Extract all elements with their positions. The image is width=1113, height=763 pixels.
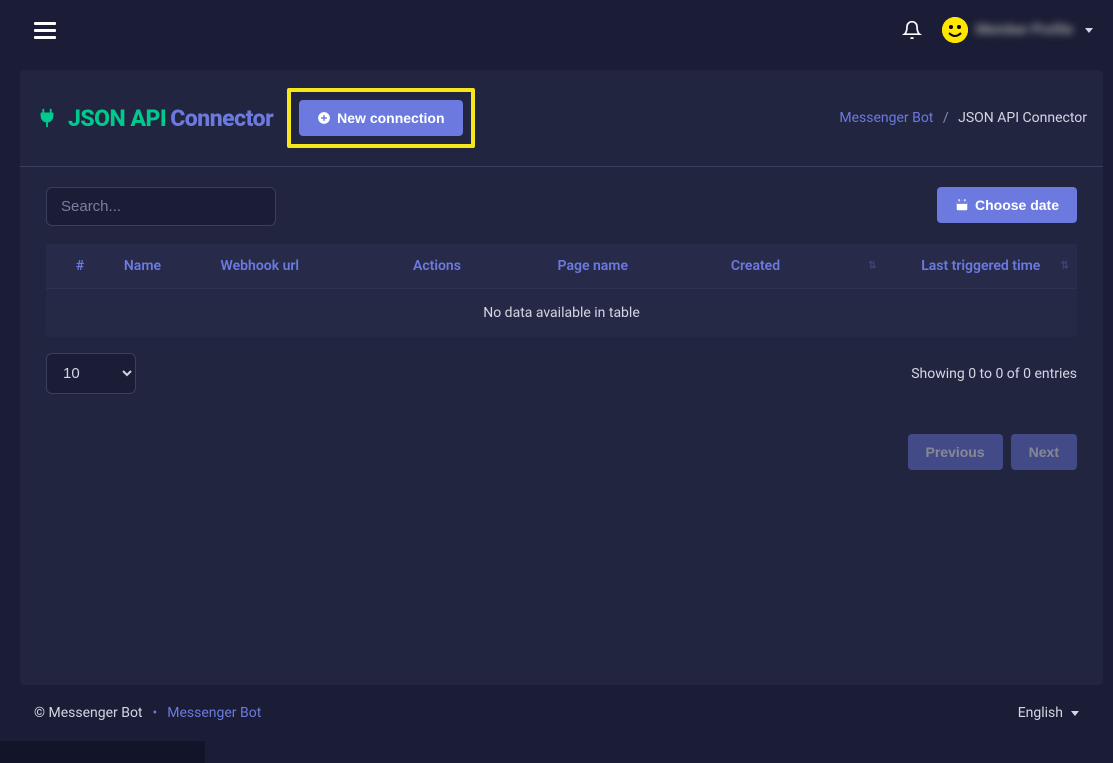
per-page-select[interactable]: 10 <box>46 353 136 394</box>
avatar-smiley-icon <box>942 17 968 43</box>
table-header-row: # Name Webhook url Actions Page name Cre… <box>46 244 1077 288</box>
breadcrumb: Messenger Bot / JSON API Connector <box>839 110 1087 126</box>
bell-icon[interactable] <box>902 20 922 40</box>
col-actions[interactable]: Actions <box>403 258 548 274</box>
new-connection-button[interactable]: New connection <box>299 100 462 136</box>
table-empty-message: No data available in table <box>46 288 1077 337</box>
calendar-icon <box>955 198 969 212</box>
col-created-label: Created <box>731 258 780 274</box>
below-table-row: 10 Showing 0 to 0 of 0 entries <box>46 353 1077 394</box>
footer: © Messenger Bot • Messenger Bot English <box>0 685 1113 741</box>
new-connection-highlight: New connection <box>287 88 474 148</box>
title-part-one: JSON API <box>68 105 166 132</box>
col-number[interactable]: # <box>46 258 114 274</box>
col-last-triggered-label: Last triggered time <box>921 258 1040 274</box>
pagination: Previous Next <box>46 434 1077 470</box>
panel-body: Choose date # Name Webhook url Actions P… <box>20 167 1103 685</box>
col-name[interactable]: Name <box>114 258 211 274</box>
language-selector[interactable]: English <box>1018 705 1079 721</box>
controls-row: Choose date <box>46 187 1077 226</box>
breadcrumb-current: JSON API Connector <box>958 110 1087 126</box>
search-input[interactable] <box>46 187 276 226</box>
next-button[interactable]: Next <box>1011 434 1077 470</box>
hamburger-menu-button[interactable] <box>34 22 56 39</box>
content: JSON API Connector New connection Messen… <box>0 60 1113 685</box>
page-title-group: JSON API Connector New connection <box>36 88 475 148</box>
plus-circle-icon <box>317 111 331 125</box>
breadcrumb-separator: / <box>943 110 949 126</box>
panel-header: JSON API Connector New connection Messen… <box>20 70 1103 167</box>
top-bar: Member Profile <box>0 0 1113 60</box>
footer-link[interactable]: Messenger Bot <box>167 705 261 721</box>
previous-button[interactable]: Previous <box>908 434 1003 470</box>
language-label: English <box>1018 705 1063 721</box>
page-title: JSON API Connector <box>68 105 273 132</box>
footer-bullet: • <box>153 705 158 721</box>
col-webhook[interactable]: Webhook url <box>211 258 403 274</box>
new-connection-label: New connection <box>337 110 444 126</box>
choose-date-button[interactable]: Choose date <box>937 187 1077 223</box>
plug-icon <box>36 107 58 129</box>
bottom-accent-bar <box>0 741 205 763</box>
col-last-triggered[interactable]: Last triggered time ⇅ <box>885 258 1077 274</box>
col-created[interactable]: Created ⇅ <box>721 258 885 274</box>
data-table: # Name Webhook url Actions Page name Cre… <box>46 244 1077 337</box>
chevron-down-icon <box>1071 711 1079 716</box>
main-panel: JSON API Connector New connection Messen… <box>20 70 1103 685</box>
breadcrumb-parent-link[interactable]: Messenger Bot <box>839 110 933 126</box>
col-page-name[interactable]: Page name <box>548 258 721 274</box>
user-name: Member Profile <box>976 22 1073 38</box>
user-menu[interactable]: Member Profile <box>942 17 1093 43</box>
choose-date-label: Choose date <box>975 197 1059 213</box>
chevron-down-icon <box>1085 28 1093 33</box>
footer-left: © Messenger Bot • Messenger Bot <box>34 705 261 721</box>
showing-text: Showing 0 to 0 of 0 entries <box>911 366 1077 382</box>
footer-copyright: © Messenger Bot <box>34 705 143 721</box>
sort-icon: ⇅ <box>868 261 876 272</box>
title-part-two: Connector <box>170 105 273 132</box>
sort-icon: ⇅ <box>1061 261 1069 272</box>
topbar-right: Member Profile <box>902 17 1093 43</box>
